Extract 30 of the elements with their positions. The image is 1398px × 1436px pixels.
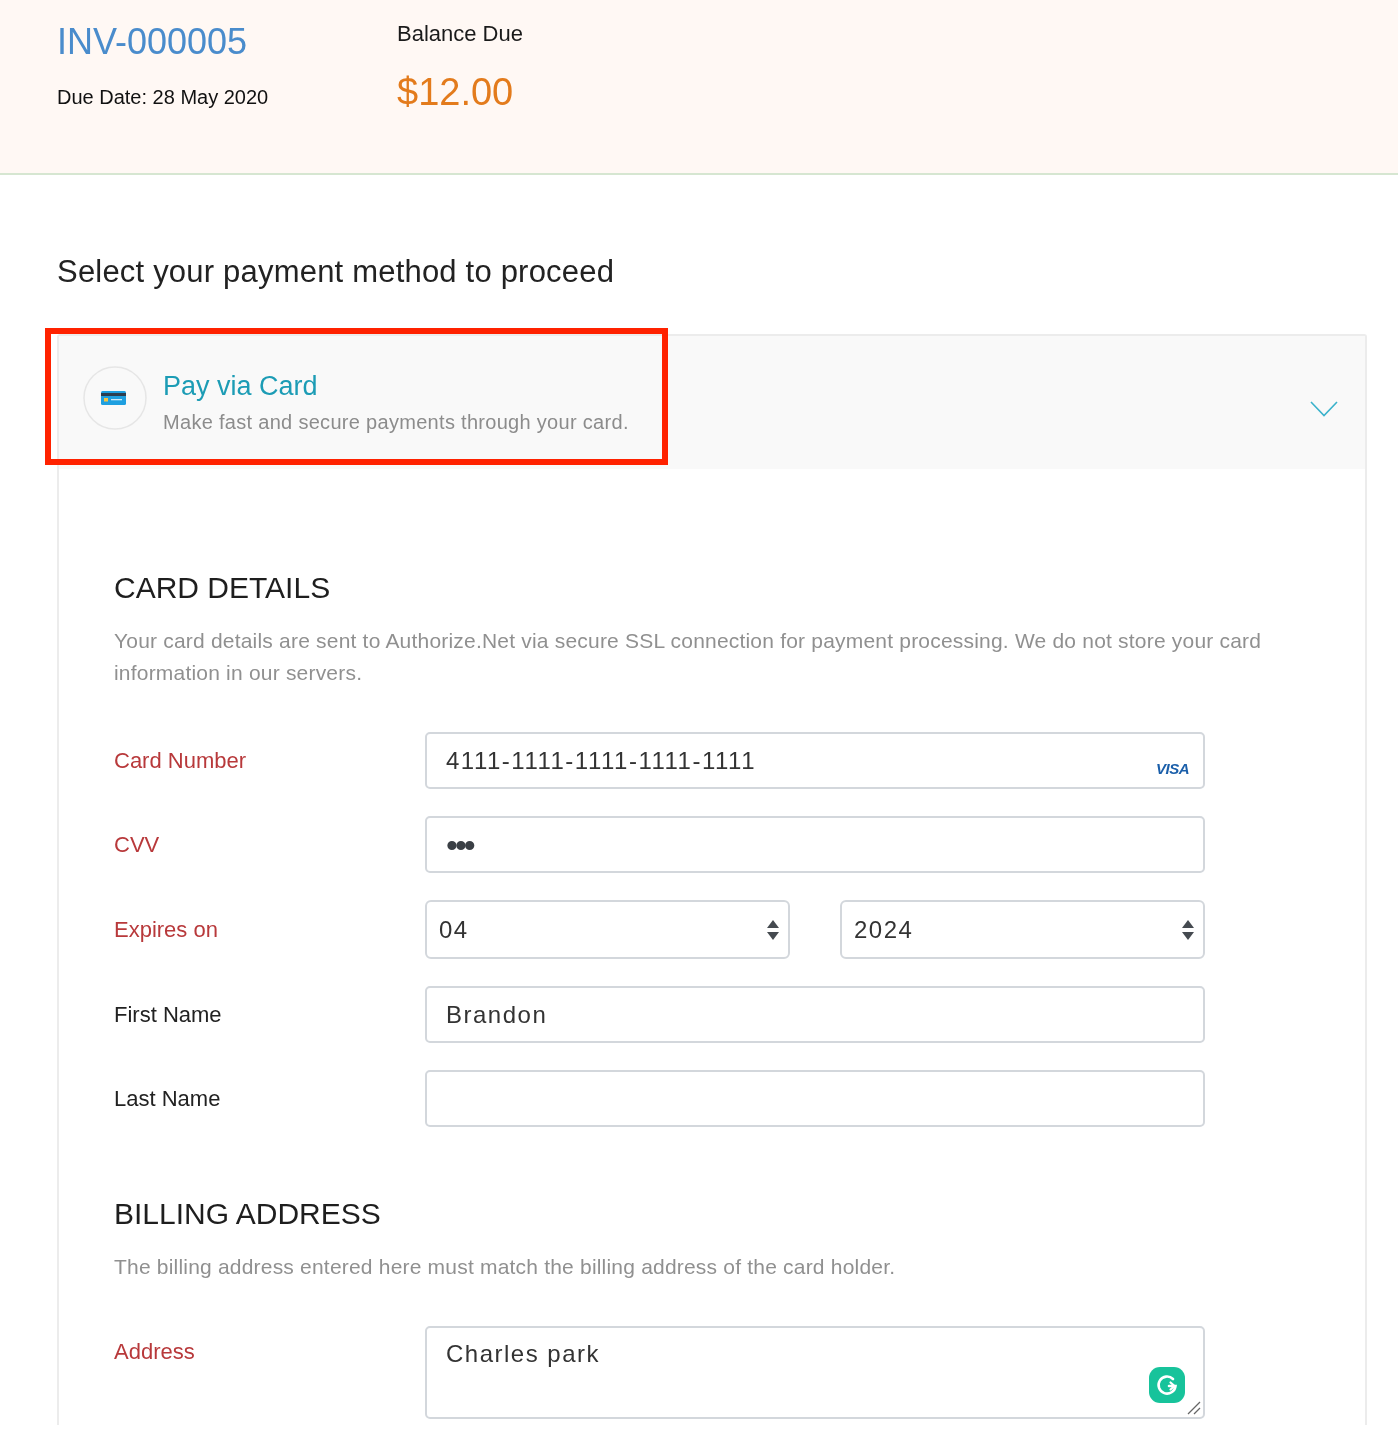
- balance-amount: $12.00: [397, 70, 515, 115]
- text-input-field[interactable]: Brandon: [425, 986, 1205, 1043]
- invoice-number: INV-000005: [57, 20, 249, 64]
- section-description: The billing address entered here must match the billing address of the card holder.: [114, 1254, 897, 1280]
- section-description: Your card details are sent to Authorize.Net via secure SSL connection for payment processing. We do not store your card information in our servers.: [114, 628, 1263, 686]
- section-heading: BILLING ADDRESS: [114, 1196, 382, 1232]
- resize-grip-icon[interactable]: [1187, 1401, 1201, 1415]
- section-heading: CARD DETAILS: [114, 570, 332, 606]
- payment-method-description: Make fast and secure payments through your card.: [163, 410, 629, 435]
- field-label: Expires on: [114, 915, 219, 944]
- sort-arrows-icon: [767, 918, 779, 941]
- balance-label: Balance Due: [397, 20, 523, 48]
- dropdown-select[interactable]: 04: [425, 900, 790, 959]
- textarea-field[interactable]: Charles park: [425, 1326, 1205, 1419]
- text-input-field[interactable]: [425, 1070, 1205, 1127]
- page-heading: Select your payment method to proceed: [57, 253, 616, 291]
- field-label: Last Name: [114, 1084, 222, 1113]
- credit-card-icon: [83, 366, 147, 430]
- dropdown-select[interactable]: 2024: [840, 900, 1205, 959]
- payment-method-title: Pay via Card: [163, 370, 319, 403]
- password-field[interactable]: •••: [425, 816, 1205, 873]
- due-date: Due Date: 28 May 2020: [57, 85, 270, 110]
- chevron-down-icon[interactable]: [1310, 401, 1338, 417]
- field-label: First Name: [114, 1000, 223, 1029]
- field-label: Address: [114, 1338, 196, 1366]
- field-label: CVV: [114, 830, 161, 859]
- text-input-field[interactable]: 4111-1111-1111-1111-1111 VISA: [425, 732, 1205, 789]
- sort-arrows-icon: [1182, 918, 1194, 941]
- field-label: Card Number: [114, 746, 248, 775]
- card-brand-logo: VISA: [1156, 760, 1189, 777]
